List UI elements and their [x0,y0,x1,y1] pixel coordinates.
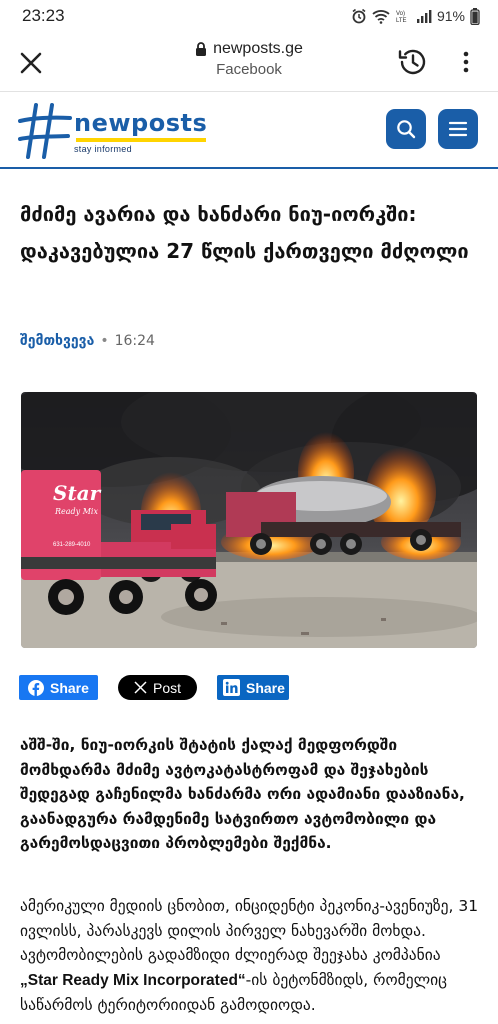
hamburger-icon [448,121,468,137]
x-post-label: Post [152,679,181,696]
search-icon [397,120,416,139]
lock-icon [196,42,207,56]
url-source: Facebook [216,61,282,78]
linkedin-share-button[interactable]: Share [217,675,289,700]
truck-phone: 631-289-4010 [53,542,91,548]
svg-text:LTE: LTE [396,18,407,24]
facebook-share-button[interactable]: Share [19,675,98,700]
logo-tagline: stay informed [74,144,132,154]
history-button[interactable] [396,45,430,79]
wifi-icon [372,9,390,24]
hero-photo: Star Ready Mix 631-289-4010 [21,392,477,648]
article-hero-image[interactable]: Star Ready Mix 631-289-4010 [21,392,477,648]
hashtag-logo-icon [18,103,72,159]
status-time: 23:23 [22,6,65,25]
facebook-share-label: Share [50,679,89,696]
meta-separator: • [100,333,109,349]
article-title: მძიმე ავარია და ხანძარი ნიუ-იორკში: დაკა… [20,202,469,263]
category-link[interactable]: შემთხვევა [20,333,94,349]
status-bar: 23:23 Vo) LTE 91% [0,0,498,32]
hamburger-menu-button[interactable] [438,109,478,149]
facebook-icon [28,679,44,696]
url-domain: newposts.ge [213,40,303,57]
linkedin-icon [223,679,240,696]
company-name: „Star Ready Mix Incorporated“ [20,971,246,989]
svg-text:Vo): Vo) [396,11,405,17]
site-header: newposts stay informed [0,93,498,169]
site-logo[interactable]: newposts stay informed [18,101,218,161]
search-button[interactable] [386,109,426,149]
article-meta: შემთხვევა • 16:24 [20,333,155,349]
history-icon [398,49,426,75]
article-body-paragraph: ამერიკული მედიის ცნობით, ინციდენტი პეკონ… [20,894,482,1018]
volte-icon: Vo)LTE [396,11,407,24]
publish-time: 16:24 [114,333,155,349]
share-buttons: Share Post Share [19,675,289,700]
battery-level: 91% [436,8,465,24]
more-vert-icon [463,51,469,73]
logo-text: newposts [74,109,208,137]
close-icon [20,52,42,74]
alarm-icon [352,8,366,24]
battery-icon [470,7,480,25]
truck-logo-sub: Ready Mix [54,507,98,516]
browser-toolbar: newposts.ge Facebook [0,32,498,92]
x-logo-icon [134,681,147,694]
more-options-button[interactable] [456,50,476,74]
url-display[interactable]: newposts.ge Facebook [120,40,378,78]
body-text-start: ამერიკული მედიის ცნობით, ინციდენტი პეკონ… [20,897,479,964]
status-icons: Vo) LTE 91% [351,7,480,25]
linkedin-share-label: Share [246,679,285,696]
x-post-button[interactable]: Post [118,675,197,700]
article-lead: აშშ-ში, ნიუ-იორკის შტატის ქალაქ მედფორდშ… [20,736,465,852]
close-button[interactable] [16,48,46,78]
signal-icon [416,10,432,23]
truck-logo-text: Star [53,481,102,505]
